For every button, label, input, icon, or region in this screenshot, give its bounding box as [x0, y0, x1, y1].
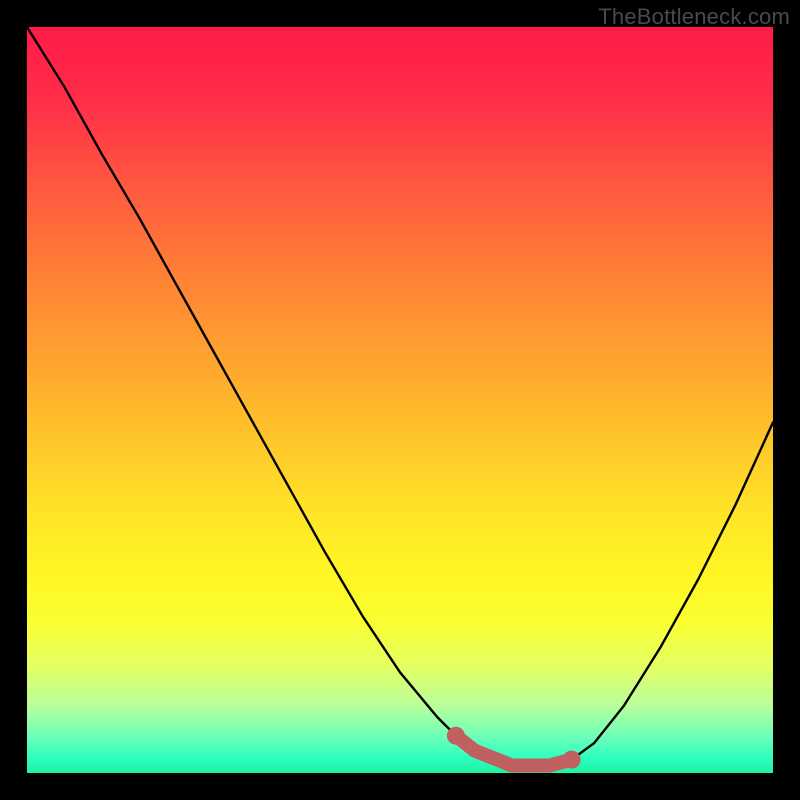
watermark-text: TheBottleneck.com [598, 4, 790, 30]
plot-area [27, 27, 773, 773]
marker-dot-right [563, 751, 581, 769]
marker-band [456, 736, 572, 766]
marker-dot-left [447, 727, 465, 745]
curve-path [27, 27, 773, 766]
chart-svg [27, 27, 773, 773]
